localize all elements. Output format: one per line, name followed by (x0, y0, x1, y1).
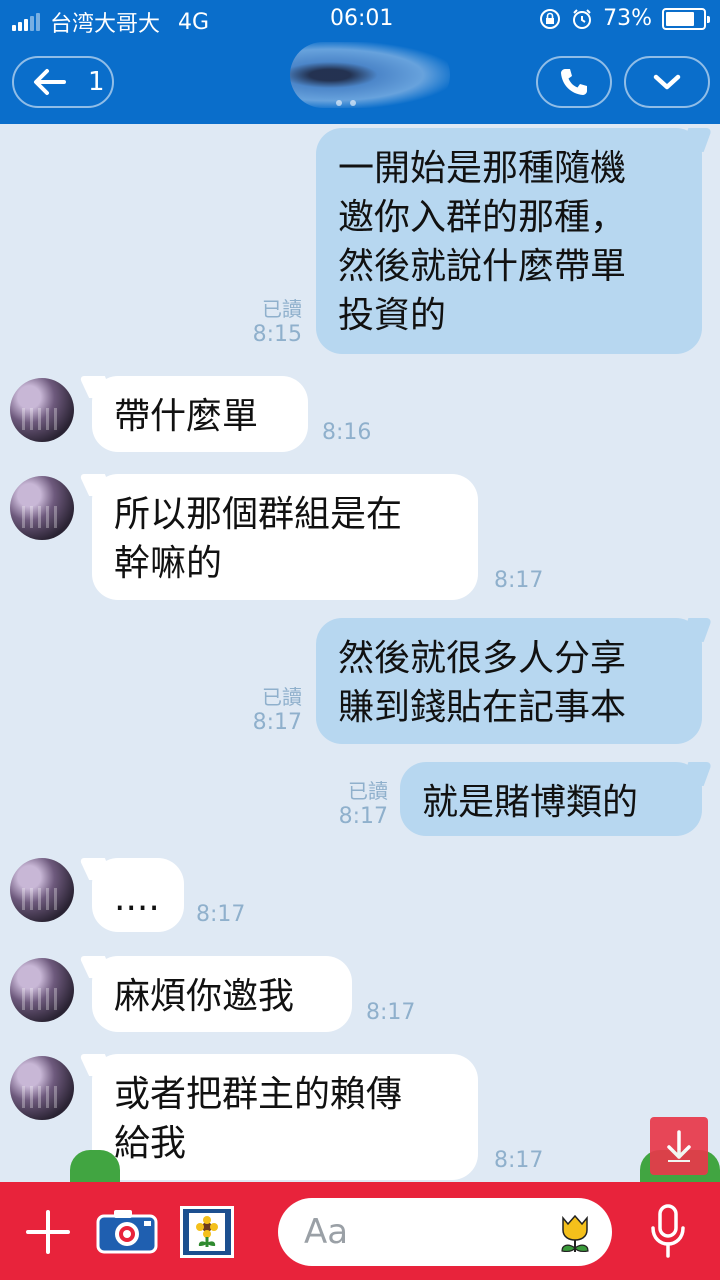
alarm-icon (573, 8, 592, 29)
composer-bar: Aa (0, 1182, 720, 1280)
carrier-info: 台湾大哥大 4G (12, 6, 209, 38)
incoming-message[interactable]: .... (92, 858, 184, 932)
scroll-down-icon (667, 1130, 691, 1162)
read-receipt: 已讀 8:17 (240, 684, 302, 736)
tulip-icon[interactable] (556, 1212, 594, 1254)
call-button[interactable] (536, 56, 612, 108)
contact-avatar[interactable] (10, 858, 74, 922)
contact-avatar[interactable] (10, 958, 74, 1022)
chevron-down-icon (653, 74, 681, 90)
message-time: 8:17 (196, 902, 246, 927)
network-type: 4G (178, 9, 210, 35)
message-time: 8:17 (252, 710, 302, 735)
outgoing-message[interactable]: 然後就很多人分享 賺到錢貼在記事本 (316, 618, 702, 744)
read-label: 已讀 (348, 779, 388, 803)
message-time: 8:17 (366, 1000, 416, 1025)
read-receipt: 已讀 8:17 (326, 778, 388, 830)
contact-avatar[interactable] (10, 476, 74, 540)
menu-toggle-button[interactable] (624, 56, 710, 108)
message-time: 8:17 (494, 1148, 544, 1173)
contact-avatar[interactable] (10, 378, 74, 442)
plus-icon[interactable] (24, 1208, 72, 1256)
message-time: 8:16 (322, 420, 372, 445)
microphone-icon[interactable] (648, 1202, 688, 1262)
chat-area[interactable]: 已讀 8:15 一開始是那種隨機 邀你入群的那種， 然後就說什麼帶單 投資的 帶… (0, 124, 720, 1182)
orientation-lock-icon (540, 8, 561, 29)
back-arrow-icon (34, 69, 66, 95)
message-input[interactable]: Aa (278, 1198, 612, 1266)
status-bar: 台湾大哥大 4G 06:01 73% (0, 0, 720, 40)
message-time: 8:15 (252, 322, 302, 347)
read-label: 已讀 (262, 297, 302, 321)
page-dots (336, 100, 356, 106)
message-input-placeholder: Aa (304, 1212, 349, 1252)
incoming-message[interactable]: 或者把群主的賴傳 給我 (92, 1054, 478, 1180)
status-right: 73% (539, 6, 710, 31)
phone-icon (561, 69, 587, 95)
contact-name-redacted (290, 42, 450, 108)
outgoing-message[interactable]: 一開始是那種隨機 邀你入群的那種， 然後就說什麼帶單 投資的 (316, 128, 702, 354)
carrier-name: 台湾大哥大 (50, 12, 161, 37)
clock: 06:01 (330, 6, 394, 31)
chat-header: 1 (0, 40, 720, 124)
sticker-icon (189, 1213, 225, 1251)
sticker-button[interactable] (180, 1206, 234, 1258)
incoming-message[interactable]: 所以那個群組是在 幹嘛的 (92, 474, 478, 600)
scroll-to-bottom-button[interactable] (650, 1117, 708, 1175)
camera-icon[interactable] (96, 1208, 158, 1254)
back-button[interactable]: 1 (12, 56, 114, 108)
contact-avatar[interactable] (10, 1056, 74, 1120)
read-label: 已讀 (262, 685, 302, 709)
battery-percent: 73% (603, 6, 652, 31)
incoming-message[interactable]: 麻煩你邀我 (92, 956, 352, 1032)
read-receipt: 已讀 8:15 (240, 296, 302, 348)
outgoing-message[interactable]: 就是賭博類的 (400, 762, 702, 836)
message-time: 8:17 (494, 568, 544, 593)
battery-icon (662, 7, 710, 30)
signal-icon (12, 13, 40, 31)
message-time: 8:17 (338, 804, 388, 829)
incoming-message[interactable]: 帶什麼單 (92, 376, 308, 452)
grass-decoration (70, 1150, 120, 1184)
unread-count: 1 (88, 67, 105, 97)
